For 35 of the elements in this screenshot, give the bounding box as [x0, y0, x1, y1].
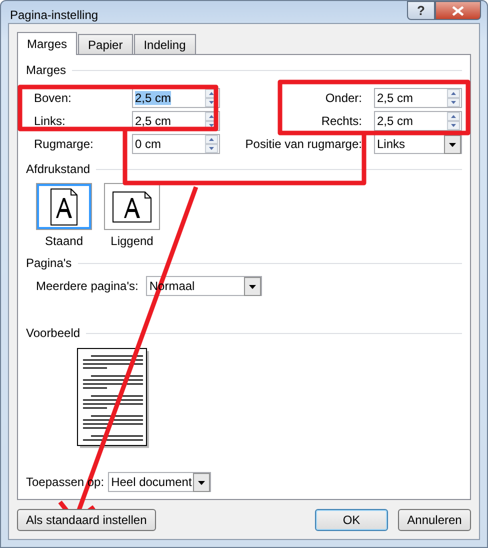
tab[interactable]: Indeling — [134, 34, 196, 54]
dialog-button[interactable]: Annuleren — [398, 508, 471, 530]
section-heading: Pagina's — [26, 256, 72, 270]
orientation-button[interactable] — [104, 183, 160, 230]
portrait-page-icon — [50, 188, 78, 226]
field-label: Rechts: — [321, 114, 362, 128]
close-icon — [452, 6, 464, 16]
orientation-label: Liggend — [110, 234, 154, 248]
field-label: Links: — [34, 114, 66, 128]
dropdown[interactable]: Links — [374, 134, 462, 154]
field-label: Meerdere pagina's: — [36, 279, 138, 293]
spin-field[interactable]: 0 cm — [132, 134, 220, 154]
field-label: Positie van rugmarge: — [245, 137, 362, 151]
dialog-button[interactable]: Als standaard instellen — [17, 508, 156, 530]
field-label: Boven: — [34, 91, 72, 105]
spin-field[interactable]: 2,5 cm — [374, 88, 462, 108]
help-button[interactable]: ? — [407, 1, 435, 20]
field-label: Onder: — [325, 91, 362, 105]
spinner-icon — [205, 135, 218, 153]
spin-field[interactable]: 2,5 cm — [374, 111, 462, 131]
close-button[interactable] — [435, 1, 481, 20]
section-heading: Afdrukstand — [26, 162, 90, 176]
orientation-label: Staand — [44, 234, 84, 248]
window-title: Pagina-instelling — [10, 8, 98, 22]
section-heading: Voorbeeld — [26, 326, 80, 340]
tab[interactable]: Marges — [17, 32, 78, 55]
dropdown[interactable]: Heel document — [108, 472, 212, 492]
landscape-page-icon — [112, 190, 152, 222]
dialog-button[interactable]: OK — [315, 508, 388, 530]
section-heading: Marges — [26, 63, 66, 77]
spinner-icon — [447, 112, 460, 130]
orientation-button[interactable] — [36, 183, 92, 230]
field-label: Rugmarge: — [34, 137, 94, 151]
spinner-icon — [447, 89, 460, 107]
tab[interactable]: Papier — [78, 34, 133, 54]
